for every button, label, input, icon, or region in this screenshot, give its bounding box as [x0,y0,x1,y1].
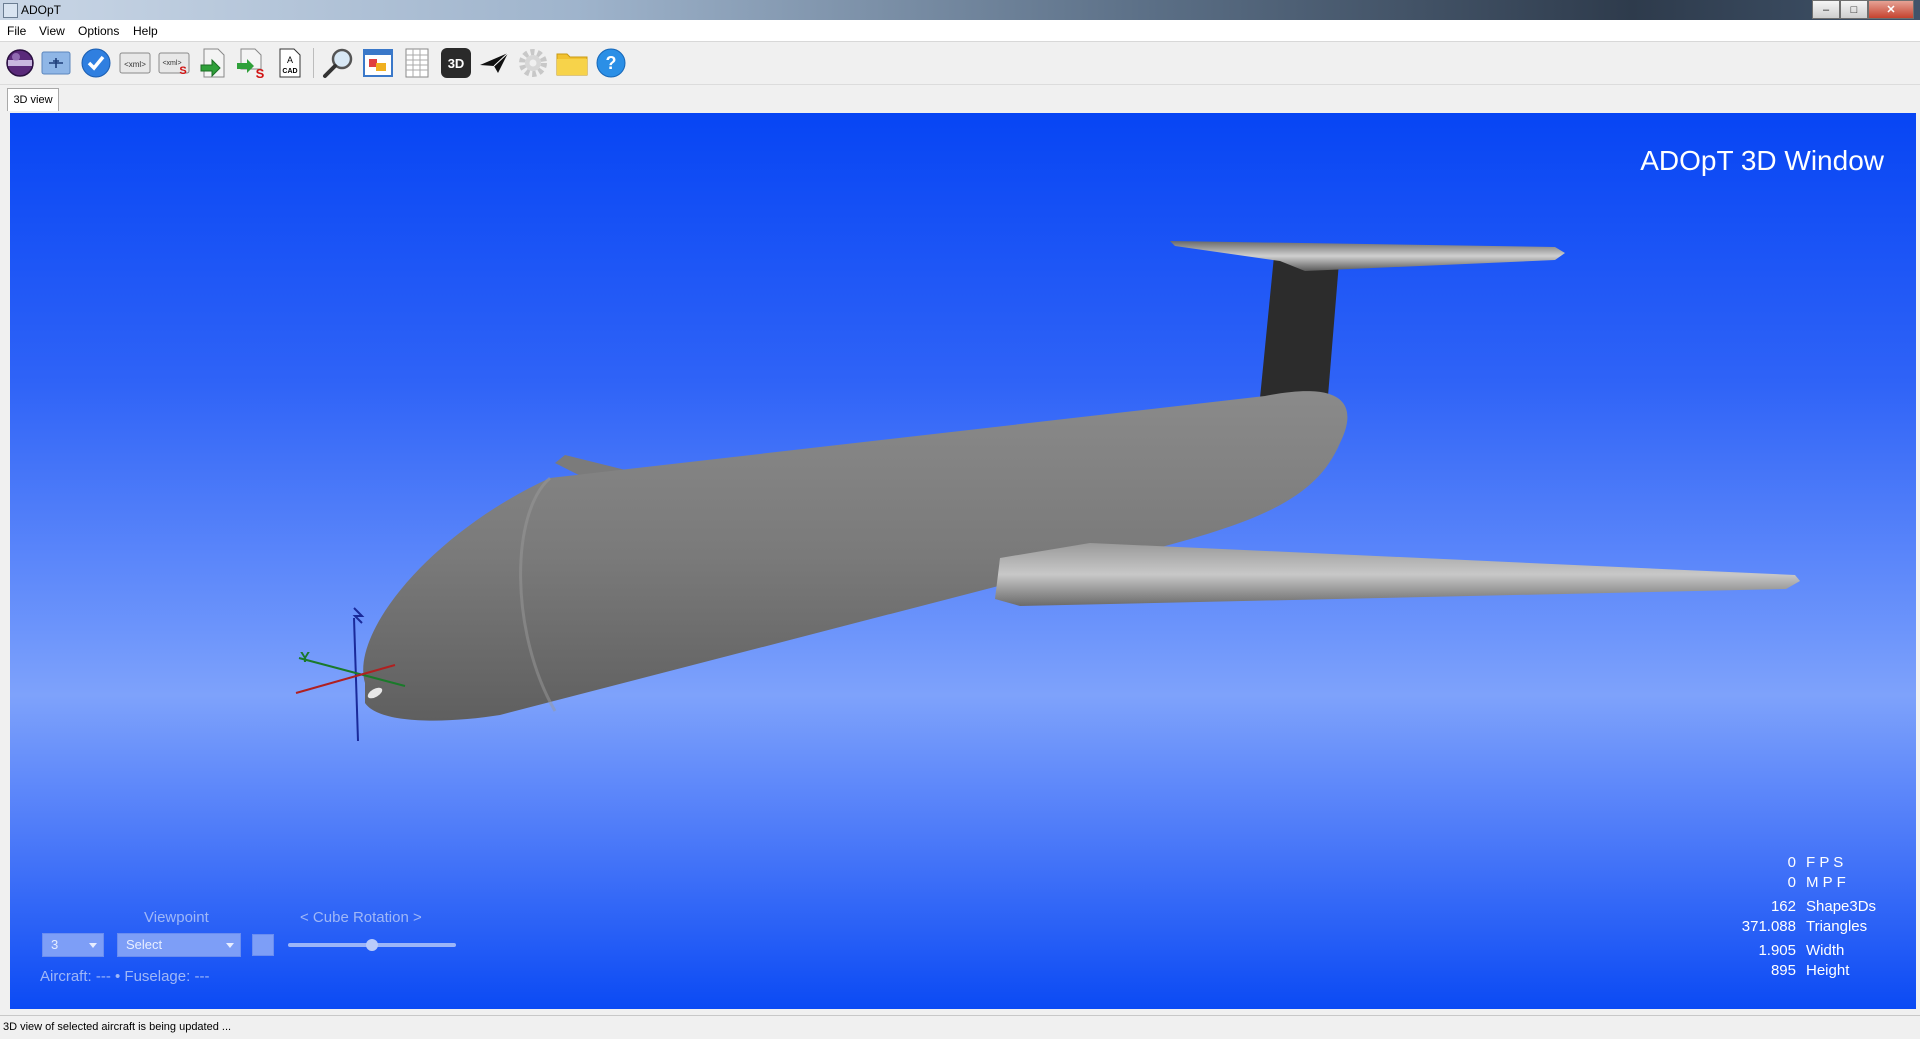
aircraft-render: Y [295,241,1800,742]
export-icon[interactable] [196,46,230,80]
menu-view[interactable]: View [39,24,65,38]
stat-shape3ds: 162 Shape3Ds [1770,898,1877,915]
window-controls: – □ ✕ [1812,0,1914,19]
3d-icon-label: 3D [448,56,465,71]
magnifier-icon[interactable] [321,46,355,80]
svg-text:A: A [287,55,293,65]
chevron-down-icon [226,943,234,948]
cad-icon[interactable]: A CAD [273,46,307,80]
menu-options[interactable]: Options [78,24,119,38]
3d-viewport[interactable]: Y ADOpT 3D Window 0F P S 0M P F 162 Shape… [10,113,1916,1009]
viewpoint-select-value: Select [126,937,163,952]
frame-border-right [1916,112,1920,1010]
aircraft-sphere-icon[interactable] [3,46,37,80]
xml-save-icon[interactable]: <xml> S [157,46,191,80]
horizontal-stabilizer [1170,241,1565,271]
stat-triangles: 371.088 Triangles [1741,918,1868,935]
close-button[interactable]: ✕ [1868,0,1914,19]
chevron-down-icon [89,943,97,948]
toolbar-separator [313,48,314,78]
title-bar: ADOpT – □ ✕ [0,0,1920,20]
help-icon-label: ? [606,53,617,73]
svg-text:S: S [179,65,186,77]
app-icon [3,3,18,18]
3d-icon[interactable]: 3D [439,46,473,80]
right-wing [995,543,1800,606]
tab-3d-view[interactable]: 3D view [7,88,59,111]
grid-icon[interactable] [400,46,434,80]
airplane-icon[interactable] [39,46,73,80]
xml-icon[interactable]: <xml> [118,46,152,80]
cad-icon-label: CAD [282,68,297,75]
axis-y-label: Y [300,649,310,666]
window-icon[interactable] [361,46,395,80]
stat-fps: 0F P S [1787,854,1844,871]
cube-rotation-slider-thumb[interactable] [366,939,378,951]
svg-text:S: S [256,66,265,79]
check-icon[interactable] [79,46,113,80]
stat-height: 895 Height [1770,962,1850,979]
paper-plane-icon[interactable] [477,46,511,80]
cube-rotation-label[interactable]: < Cube Rotation > [300,909,422,926]
stat-width: 1.905 Width [1758,942,1845,959]
help-icon[interactable]: ? [594,46,628,80]
menu-help[interactable]: Help [133,24,158,38]
tab-bar: 3D view [0,85,1920,112]
xml-icon-label: <xml> [124,60,146,69]
viewport-title: ADOpT 3D Window [1640,145,1884,176]
frame-border-left [0,112,10,1010]
viewpoint-select[interactable]: Select [117,933,241,957]
gear-icon[interactable] [516,46,550,80]
viewpoint-label: Viewpoint [144,909,209,926]
menu-file[interactable]: File [7,24,26,38]
aircraft-info: Aircraft: --- • Fuselage: --- [40,968,210,985]
minimize-button[interactable]: – [1812,0,1840,19]
status-bar: 3D view of selected aircraft is being up… [0,1015,1920,1039]
toolbar: <xml> <xml> S S A CAD 3D ? [0,42,1920,85]
cube-toggle-button[interactable] [252,934,274,956]
save-s-icon[interactable]: S [234,46,268,80]
level-select-value: 3 [51,937,59,952]
folder-icon[interactable] [555,46,589,80]
level-select[interactable]: 3 [42,933,104,957]
status-text: 3D view of selected aircraft is being up… [3,1021,232,1033]
maximize-button[interactable]: □ [1840,0,1868,19]
stat-mpf: 0M P F [1787,874,1846,891]
render-stats: 0F P S 0M P F 162 Shape3Ds 371.088 Triangl… [1706,853,1886,981]
window-title: ADOpT [21,3,62,17]
menu-bar: File View Options Help [0,20,1920,42]
